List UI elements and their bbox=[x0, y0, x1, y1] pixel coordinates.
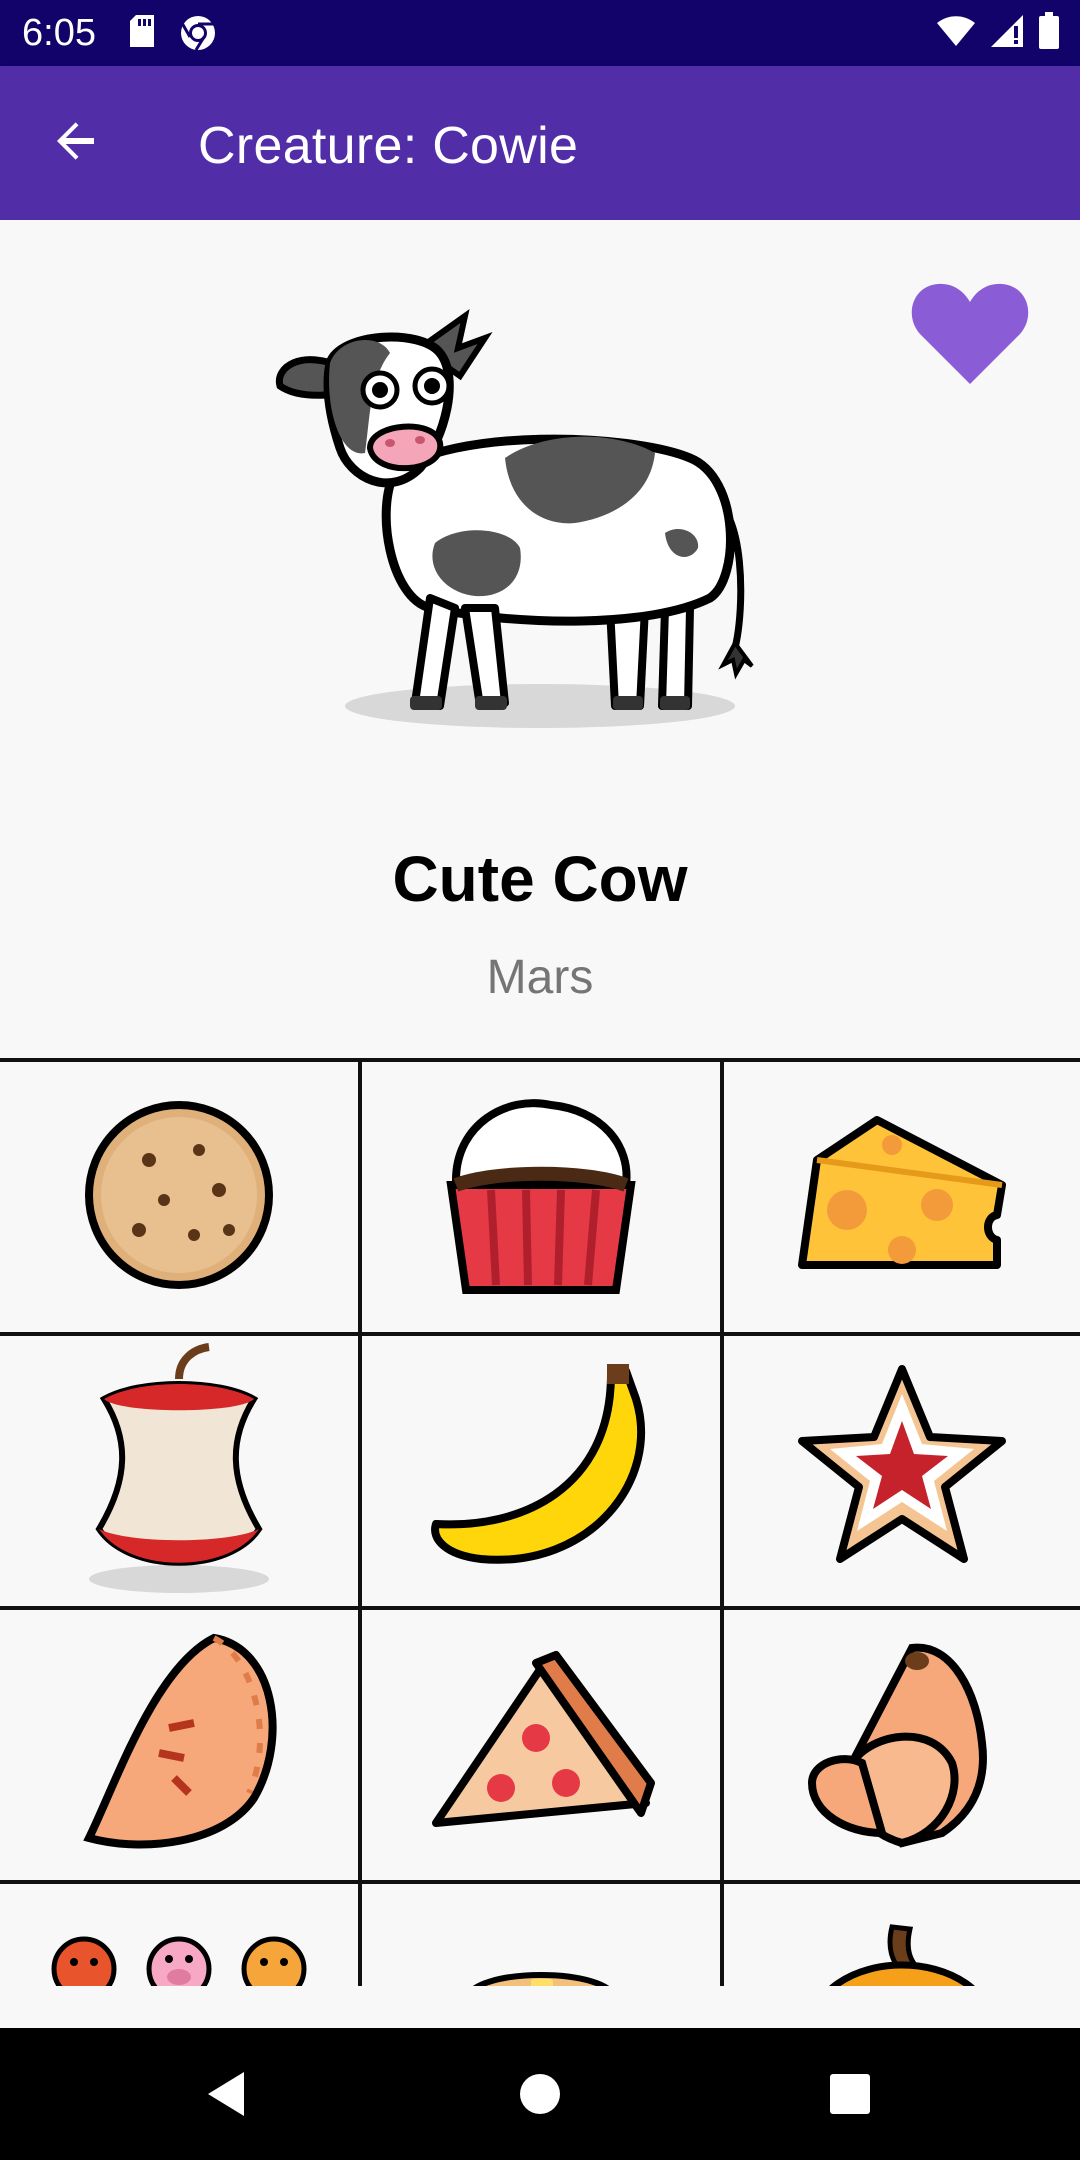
app-bar-title: Creature: Cowie bbox=[198, 117, 579, 175]
creature-image bbox=[270, 308, 800, 748]
empanada-icon bbox=[74, 1628, 284, 1863]
nav-recents-button[interactable] bbox=[810, 2056, 890, 2136]
status-time: 6:05 bbox=[22, 12, 96, 54]
signal-icon bbox=[990, 14, 1024, 53]
cookie-icon bbox=[79, 1095, 279, 1300]
arrow-back-icon bbox=[52, 117, 100, 170]
nav-home-icon bbox=[518, 2072, 562, 2121]
food-cell-croissant[interactable] bbox=[724, 1610, 1080, 1884]
status-bar: 6:05 bbox=[0, 0, 1080, 66]
food-cell-banana[interactable] bbox=[362, 1336, 724, 1610]
food-cell-cheese[interactable] bbox=[724, 1062, 1080, 1336]
animal-faces-icon bbox=[34, 1907, 324, 1986]
chrome-icon bbox=[178, 13, 218, 58]
nav-recents-icon bbox=[829, 2073, 871, 2120]
food-cell-cookie[interactable] bbox=[0, 1062, 362, 1336]
battery-icon bbox=[1038, 12, 1060, 55]
favorite-button[interactable] bbox=[908, 276, 1032, 388]
app-bar: Creature: Cowie bbox=[0, 66, 1080, 220]
banana-icon bbox=[421, 1359, 661, 1584]
creature-name: Cute Cow bbox=[392, 843, 688, 915]
pizza-slice-icon bbox=[421, 1643, 661, 1848]
cupcake-icon bbox=[436, 1085, 646, 1310]
status-left-icons bbox=[128, 13, 218, 58]
food-cell-pancakes[interactable] bbox=[362, 1884, 724, 1986]
food-cell-star-cookie[interactable] bbox=[724, 1336, 1080, 1610]
back-button[interactable] bbox=[36, 111, 116, 175]
food-grid bbox=[0, 1058, 1080, 1986]
nav-home-button[interactable] bbox=[500, 2056, 580, 2136]
creature-planet: Mars bbox=[486, 951, 594, 1004]
creature-detail: Cute Cow Mars bbox=[0, 220, 1080, 2030]
croissant-icon bbox=[792, 1633, 1012, 1858]
food-cell-apple-core[interactable] bbox=[0, 1336, 362, 1610]
sd-card-icon bbox=[128, 13, 156, 58]
status-right-icons bbox=[936, 12, 1060, 55]
star-cookie-icon bbox=[792, 1359, 1012, 1584]
heart-icon bbox=[908, 283, 1032, 392]
pancakes-icon bbox=[431, 1907, 651, 1986]
food-cell-pizza[interactable] bbox=[362, 1610, 724, 1884]
food-cell-pumpkin[interactable] bbox=[724, 1884, 1080, 1986]
wifi-icon bbox=[936, 14, 976, 53]
navigation-bar bbox=[0, 2028, 1080, 2160]
nav-back-icon bbox=[204, 2070, 248, 2123]
cheese-icon bbox=[787, 1105, 1017, 1290]
food-cell-animal-faces[interactable] bbox=[0, 1884, 362, 1986]
food-cell-empanada[interactable] bbox=[0, 1610, 362, 1884]
apple-core-icon bbox=[79, 1339, 279, 1604]
pumpkin-icon bbox=[792, 1907, 1012, 1986]
food-cell-cupcake[interactable] bbox=[362, 1062, 724, 1336]
nav-back-button[interactable] bbox=[186, 2056, 266, 2136]
